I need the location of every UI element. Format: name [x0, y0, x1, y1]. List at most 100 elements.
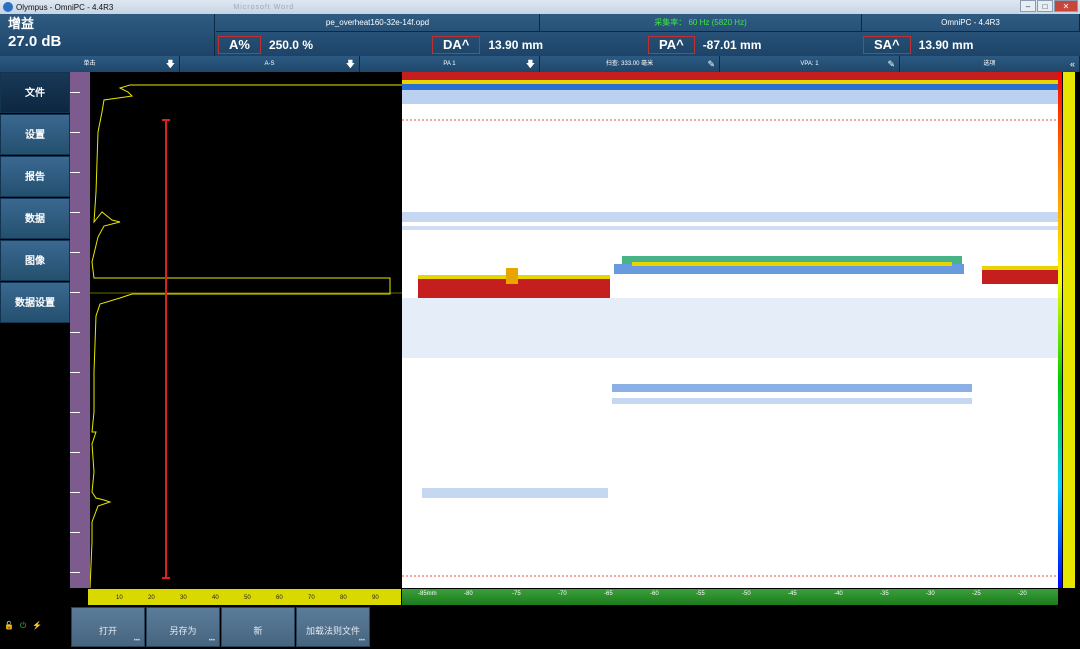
a-scan-view[interactable]: [70, 72, 402, 588]
window-titlebar: Olympus - OmniPC - 4.4R3 Microsoft Word …: [0, 0, 1080, 14]
ruler-tick-label: 20: [148, 595, 155, 601]
toolbar-label: VPA: 1: [800, 61, 819, 67]
toolbar-view[interactable]: A-S 🡇: [180, 56, 360, 72]
background-window-title: Microsoft Word: [233, 3, 295, 11]
ruler-tick-label: 90: [372, 595, 379, 601]
minimize-button[interactable]: –: [1020, 0, 1036, 12]
readout-value: -87.01 mm: [702, 38, 762, 52]
toolbar-label: 选项: [983, 61, 996, 67]
open-button[interactable]: 打开 •••: [71, 607, 145, 647]
toolbar-scan[interactable]: 扫查: 333.00 毫米 ✎: [540, 56, 720, 72]
ruler-tick-label: -45: [788, 591, 797, 597]
readout-key: A%: [218, 36, 261, 54]
ruler-tick-label: -55: [696, 591, 705, 597]
button-label: 另存为: [169, 626, 197, 636]
down-arrow-icon: 🡇: [345, 59, 355, 69]
pencil-icon: ✎: [887, 59, 895, 69]
toolbar-label: PA 1: [443, 61, 456, 67]
amplitude-ruler[interactable]: 10 20 30 40 50 60 70 80 90: [88, 589, 401, 605]
toolbar-label: A-S: [264, 61, 275, 67]
b-scan-image: [402, 72, 1058, 577]
power-icon: ⏻: [19, 621, 27, 630]
ruler-tick-label: -30: [926, 591, 935, 597]
ruler-tick-label: -50: [742, 591, 751, 597]
color-palette: [1058, 72, 1062, 588]
toolbar-vpa[interactable]: VPA: 1 ✎: [720, 56, 900, 72]
readout-value: 13.90 mm: [918, 38, 974, 52]
readout-da[interactable]: DA^ 13.90 mm: [432, 35, 543, 55]
file-name: pe_overheat160-32e-14f.opd: [216, 14, 540, 32]
ruler-tick-label: -40: [834, 591, 843, 597]
more-icon: •••: [133, 638, 140, 644]
ruler-tick-label: 70: [308, 595, 315, 601]
new-button[interactable]: 新: [221, 607, 295, 647]
menu-file[interactable]: 文件: [0, 72, 70, 113]
gain-label: 增益: [8, 16, 35, 31]
ruler-tick-label: -85mm: [418, 591, 437, 597]
signal-icon: ⚡: [32, 621, 43, 630]
menu-report[interactable]: 报告: [0, 156, 70, 197]
toolbar-layout[interactable]: 单击 🡇: [0, 56, 180, 72]
a-scan-signal: [90, 84, 402, 588]
lock-icon: 🔓: [4, 621, 14, 630]
ruler-tick-label: -25: [972, 591, 981, 597]
ruler-tick-label: 50: [244, 595, 251, 601]
ruler-tick-label: 80: [340, 595, 347, 601]
menu-data-settings[interactable]: 数据设置: [0, 282, 70, 323]
ruler-tick-label: 30: [180, 595, 187, 601]
ruler-tick-label: -70: [558, 591, 567, 597]
color-palette-ruler[interactable]: [1058, 72, 1080, 588]
toolbar-group[interactable]: PA 1 🡇: [360, 56, 540, 72]
menu-image[interactable]: 图像: [0, 240, 70, 281]
ruler-tick-label: -75: [512, 591, 521, 597]
main-menu: 文件 设置 报告 数据 图像 数据设置: [0, 72, 70, 324]
readout-value: 13.90 mm: [488, 38, 544, 52]
button-label: 打开: [98, 626, 117, 636]
ruler-tick-label: -35: [880, 591, 889, 597]
toolbar-label: 扫查: 333.00 毫米: [605, 61, 654, 67]
readout-key: PA^: [648, 36, 695, 54]
readout-a-percent[interactable]: A% 250.0 %: [218, 35, 313, 55]
ruler-tick-label: -80: [464, 591, 473, 597]
readout-header: 增益 27.0 dB pe_overheat160-32e-14f.opd 采集…: [0, 14, 1080, 56]
b-scan-view[interactable]: [402, 72, 1058, 588]
down-arrow-icon: 🡇: [525, 59, 535, 69]
scan-axis-ruler[interactable]: -85mm -80 -75 -70 -65 -60 -55 -50 -45 -4…: [402, 589, 1058, 605]
depth-ruler[interactable]: [70, 72, 90, 588]
action-bar: 🔓 ⏻ ⚡ 打开 ••• 另存为 ••• 新 加载法则文件 •••: [0, 605, 1080, 649]
gain-value: 27.0 dB: [8, 33, 62, 50]
menu-data[interactable]: 数据: [0, 198, 70, 239]
index-ruler: [1063, 72, 1075, 588]
toolbar-options[interactable]: 选项 «: [900, 56, 1080, 72]
ruler-tick-label: 40: [212, 595, 219, 601]
readout-value: 250.0 %: [268, 38, 313, 52]
acquisition-rate: 采集率： 60 Hz (5820 Hz): [540, 14, 862, 32]
readout-sa[interactable]: SA^ 13.90 mm: [863, 35, 973, 55]
button-label: 新: [253, 626, 263, 636]
window-title: Olympus - OmniPC - 4.4R3: [16, 2, 114, 12]
readout-pa[interactable]: PA^ -87.01 mm: [648, 35, 761, 55]
more-icon: •••: [208, 638, 215, 644]
maximize-button[interactable]: □: [1037, 0, 1053, 12]
app-icon: [3, 2, 13, 12]
app-version: OmniPC - 4.4R3: [862, 14, 1080, 32]
ruler-tick-label: 60: [276, 595, 283, 601]
more-icon: •••: [358, 638, 365, 644]
readout-key: DA^: [432, 36, 481, 54]
ruler-tick-label: 10: [116, 595, 123, 601]
ruler-tick-label: -20: [1018, 591, 1027, 597]
ruler-tick-label: -65: [604, 591, 613, 597]
view-toolbar: 单击 🡇 A-S 🡇 PA 1 🡇 扫查: 333.00 毫米 ✎ VPA: 1 ✎ 选项…: [0, 56, 1080, 72]
save-as-button[interactable]: 另存为 •••: [146, 607, 220, 647]
down-arrow-icon: 🡇: [165, 59, 175, 69]
load-law-file-button[interactable]: 加载法则文件 •••: [296, 607, 370, 647]
gain-box[interactable]: 增益 27.0 dB: [0, 14, 215, 56]
pencil-icon: ✎: [707, 59, 715, 69]
readout-key: SA^: [863, 36, 911, 54]
double-chevron-icon: «: [1069, 59, 1075, 69]
toolbar-label: 单击: [83, 61, 96, 67]
button-label: 加载法则文件: [305, 626, 360, 636]
ruler-tick-label: -60: [650, 591, 659, 597]
close-button[interactable]: ✕: [1054, 0, 1078, 12]
menu-settings[interactable]: 设置: [0, 114, 70, 155]
